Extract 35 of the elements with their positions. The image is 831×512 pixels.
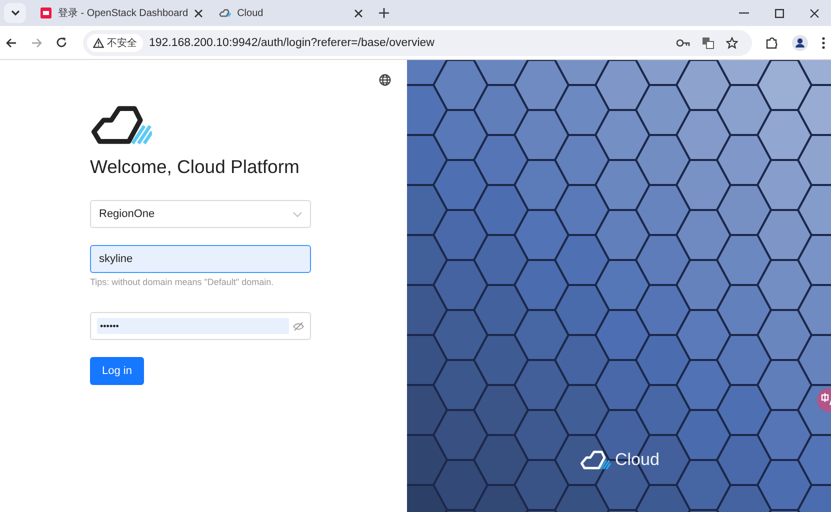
close-icon[interactable] [810,8,819,18]
translate-icon[interactable] [702,36,714,48]
chevron-down-icon [10,10,20,16]
login-button[interactable]: Log in [90,357,144,385]
maximize-icon[interactable] [775,8,784,18]
password-field[interactable]: •••••• [90,312,311,340]
brand-name: Cloud [615,450,660,470]
warning-icon [93,38,104,48]
browser-tab[interactable]: Cloud [211,0,372,26]
menu-dots-icon[interactable] [822,36,825,48]
close-icon[interactable] [354,8,364,18]
eye-slash-icon[interactable] [293,322,304,330]
star-icon[interactable] [726,36,738,48]
region-select[interactable]: RegionOne [90,200,311,228]
globe-icon[interactable] [379,74,391,86]
openstack-logo-icon [40,7,52,19]
username-field[interactable]: skyline [90,245,311,273]
new-tab-icon[interactable] [379,8,390,18]
back-arrow-icon[interactable] [6,38,17,48]
cloud-logo-icon [90,104,152,146]
chevron-down-icon [293,212,302,216]
url-text[interactable]: 192.168.200.10:9942/auth/login?referer=/base/overview [149,36,670,48]
key-icon[interactable] [676,38,690,46]
puzzle-piece-icon[interactable] [766,36,778,48]
cloud-logo-icon [219,8,232,18]
reload-icon[interactable] [56,37,67,48]
welcome-heading: Welcome, Cloud Platform [90,156,300,178]
close-icon[interactable] [194,8,204,18]
domain-tip: Tips: without domain means "Default" domain. [90,277,275,287]
security-indicator[interactable]: 不安全 [87,34,143,52]
minimize-icon[interactable] [739,12,749,14]
profile-avatar-icon[interactable] [792,34,808,50]
cloud-logo-icon [579,450,611,470]
browser-tab[interactable]: 登录 - OpenStack Dashboard [32,0,212,26]
tab-search-button[interactable] [4,3,26,23]
